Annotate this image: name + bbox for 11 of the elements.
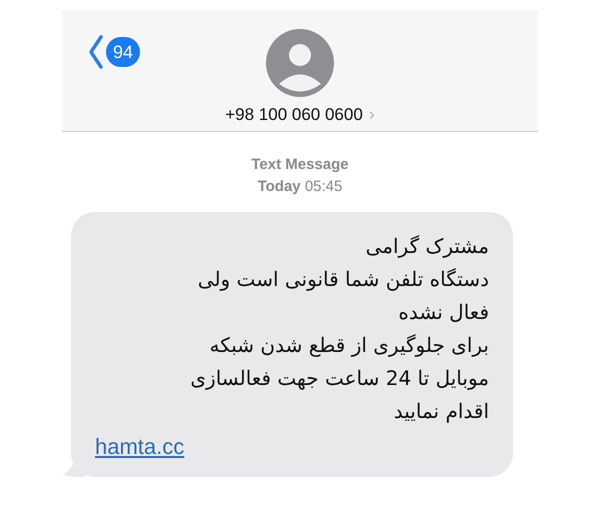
message-type-label: Text Message [251,155,349,175]
avatar-icon [266,29,334,97]
phone-number: +98 100 060 0600 [225,106,363,122]
back-chevron-icon [88,34,104,70]
message-timestamp: Today 05:45 [258,177,342,197]
unread-count-badge: 94 [106,37,140,67]
message-text: مشترک گرامی دستگاه تلفن شما قانونی است ولی فعال نشده برای جلوگیری از قطع شدن شبکه موبایل تا 24 ساعت جهت فعالسازی اقدام نمایید [189,233,489,425]
chevron-icon: › [368,105,375,123]
back-button[interactable]: 94 [88,34,140,70]
contact-name-button[interactable]: +98 100 060 0600 › [225,105,375,123]
message-link[interactable]: hamta.cc [95,430,184,463]
